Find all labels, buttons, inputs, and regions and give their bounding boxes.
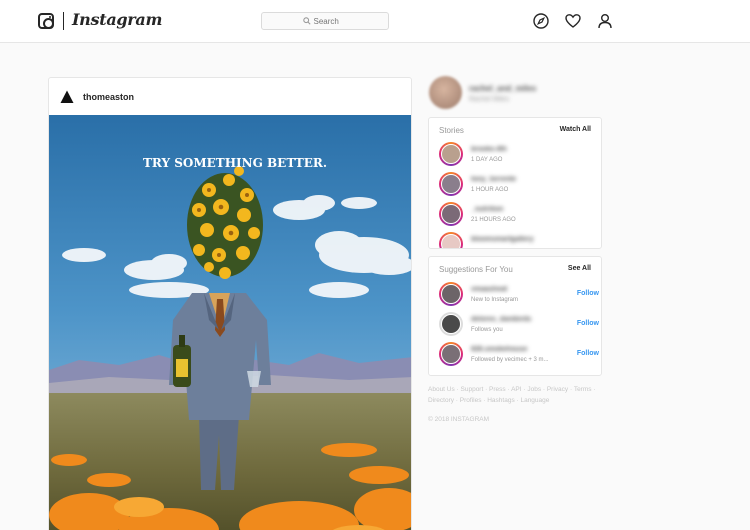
suggestion-username[interactable]: vmaasheat <box>471 286 507 293</box>
story-item[interactable]: bloomsmartgallery <box>439 232 599 248</box>
search-box[interactable] <box>261 12 389 30</box>
current-user-fullname: Rachel Miles <box>469 96 510 103</box>
post-header: thomeaston <box>49 78 411 115</box>
story-item[interactable]: tony_torrente 1 HOUR AGO <box>439 172 599 198</box>
feed-post: thomeaston TRY SOMETHING BETTER. <box>48 77 412 530</box>
story-time: 21 HOURS AGO <box>471 217 516 223</box>
instagram-wordmark[interactable]: Instagram <box>72 10 162 29</box>
story-username: _nutrition <box>471 206 504 213</box>
suggestion-reason: Follows you <box>471 327 503 333</box>
story-avatar <box>441 174 461 194</box>
see-all-link[interactable]: See All <box>568 265 591 272</box>
post-image[interactable]: TRY SOMETHING BETTER. <box>49 115 412 530</box>
suggestions-title: Suggestions For You <box>439 265 513 274</box>
current-user-avatar[interactable] <box>429 76 462 109</box>
suggestion-item: vmaasheat New to Instagram Follow <box>439 282 599 308</box>
suggestions-panel: Suggestions For You See All vmaasheat Ne… <box>428 256 602 376</box>
story-ring <box>439 232 463 248</box>
story-avatar <box>441 234 461 248</box>
suggestion-reason: New to Instagram <box>471 297 519 303</box>
story-avatar <box>441 144 461 164</box>
follow-button[interactable]: Follow <box>577 320 599 327</box>
suggestion-avatar[interactable] <box>441 344 461 364</box>
suggestion-item: 626.smokehouse Followed by vecimec + 3 m… <box>439 342 599 368</box>
follow-button[interactable]: Follow <box>577 290 599 297</box>
profile-person-icon[interactable] <box>596 12 614 30</box>
suggestion-item: delores_danibirds Follows you Follow <box>439 312 599 338</box>
suggestion-ring <box>439 312 463 336</box>
suggestion-ring <box>439 282 463 306</box>
suggestion-avatar[interactable] <box>441 314 461 334</box>
search-icon <box>302 17 311 25</box>
user-avatar[interactable] <box>59 88 75 105</box>
suggestion-username[interactable]: 626.smokehouse <box>471 346 527 353</box>
explore-compass-icon[interactable] <box>532 12 550 30</box>
logo-divider <box>63 12 64 30</box>
story-ring <box>439 172 463 196</box>
activity-heart-icon[interactable] <box>564 12 582 30</box>
watch-all-link[interactable]: Watch All <box>560 126 591 133</box>
story-avatar <box>441 204 461 224</box>
suggestion-ring <box>439 342 463 366</box>
search-input[interactable] <box>313 16 348 26</box>
current-user-username[interactable]: rachel_and_miles <box>469 84 536 93</box>
top-navigation-bar: Instagram <box>0 0 750 43</box>
story-ring <box>439 142 463 166</box>
story-time: 1 DAY AGO <box>471 157 503 163</box>
suggestion-username[interactable]: delores_danibirds <box>471 316 531 323</box>
post-image-headline: TRY SOMETHING BETTER. <box>143 156 327 170</box>
footer-links[interactable]: About Us · Support · Press · API · Jobs … <box>428 384 598 406</box>
stories-panel: Stories Watch All brooke.4th 1 DAY AGO t… <box>428 117 602 249</box>
stories-title: Stories <box>439 126 464 135</box>
story-item[interactable]: _nutrition 21 HOURS AGO <box>439 202 599 228</box>
suggestion-avatar[interactable] <box>441 284 461 304</box>
follow-button[interactable]: Follow <box>577 350 599 357</box>
story-item[interactable]: brooke.4th 1 DAY AGO <box>439 142 599 168</box>
story-username: brooke.4th <box>471 146 507 153</box>
story-ring <box>439 202 463 226</box>
story-username: bloomsmartgallery <box>471 236 534 243</box>
story-time: 1 HOUR AGO <box>471 187 509 193</box>
post-username[interactable]: thomeaston <box>83 92 134 102</box>
suggestion-reason: Followed by vecimec + 3 m... <box>471 357 549 363</box>
copyright: © 2018 INSTAGRAM <box>428 416 490 423</box>
instagram-camera-icon[interactable] <box>38 13 54 29</box>
story-username: tony_torrente <box>471 176 517 183</box>
